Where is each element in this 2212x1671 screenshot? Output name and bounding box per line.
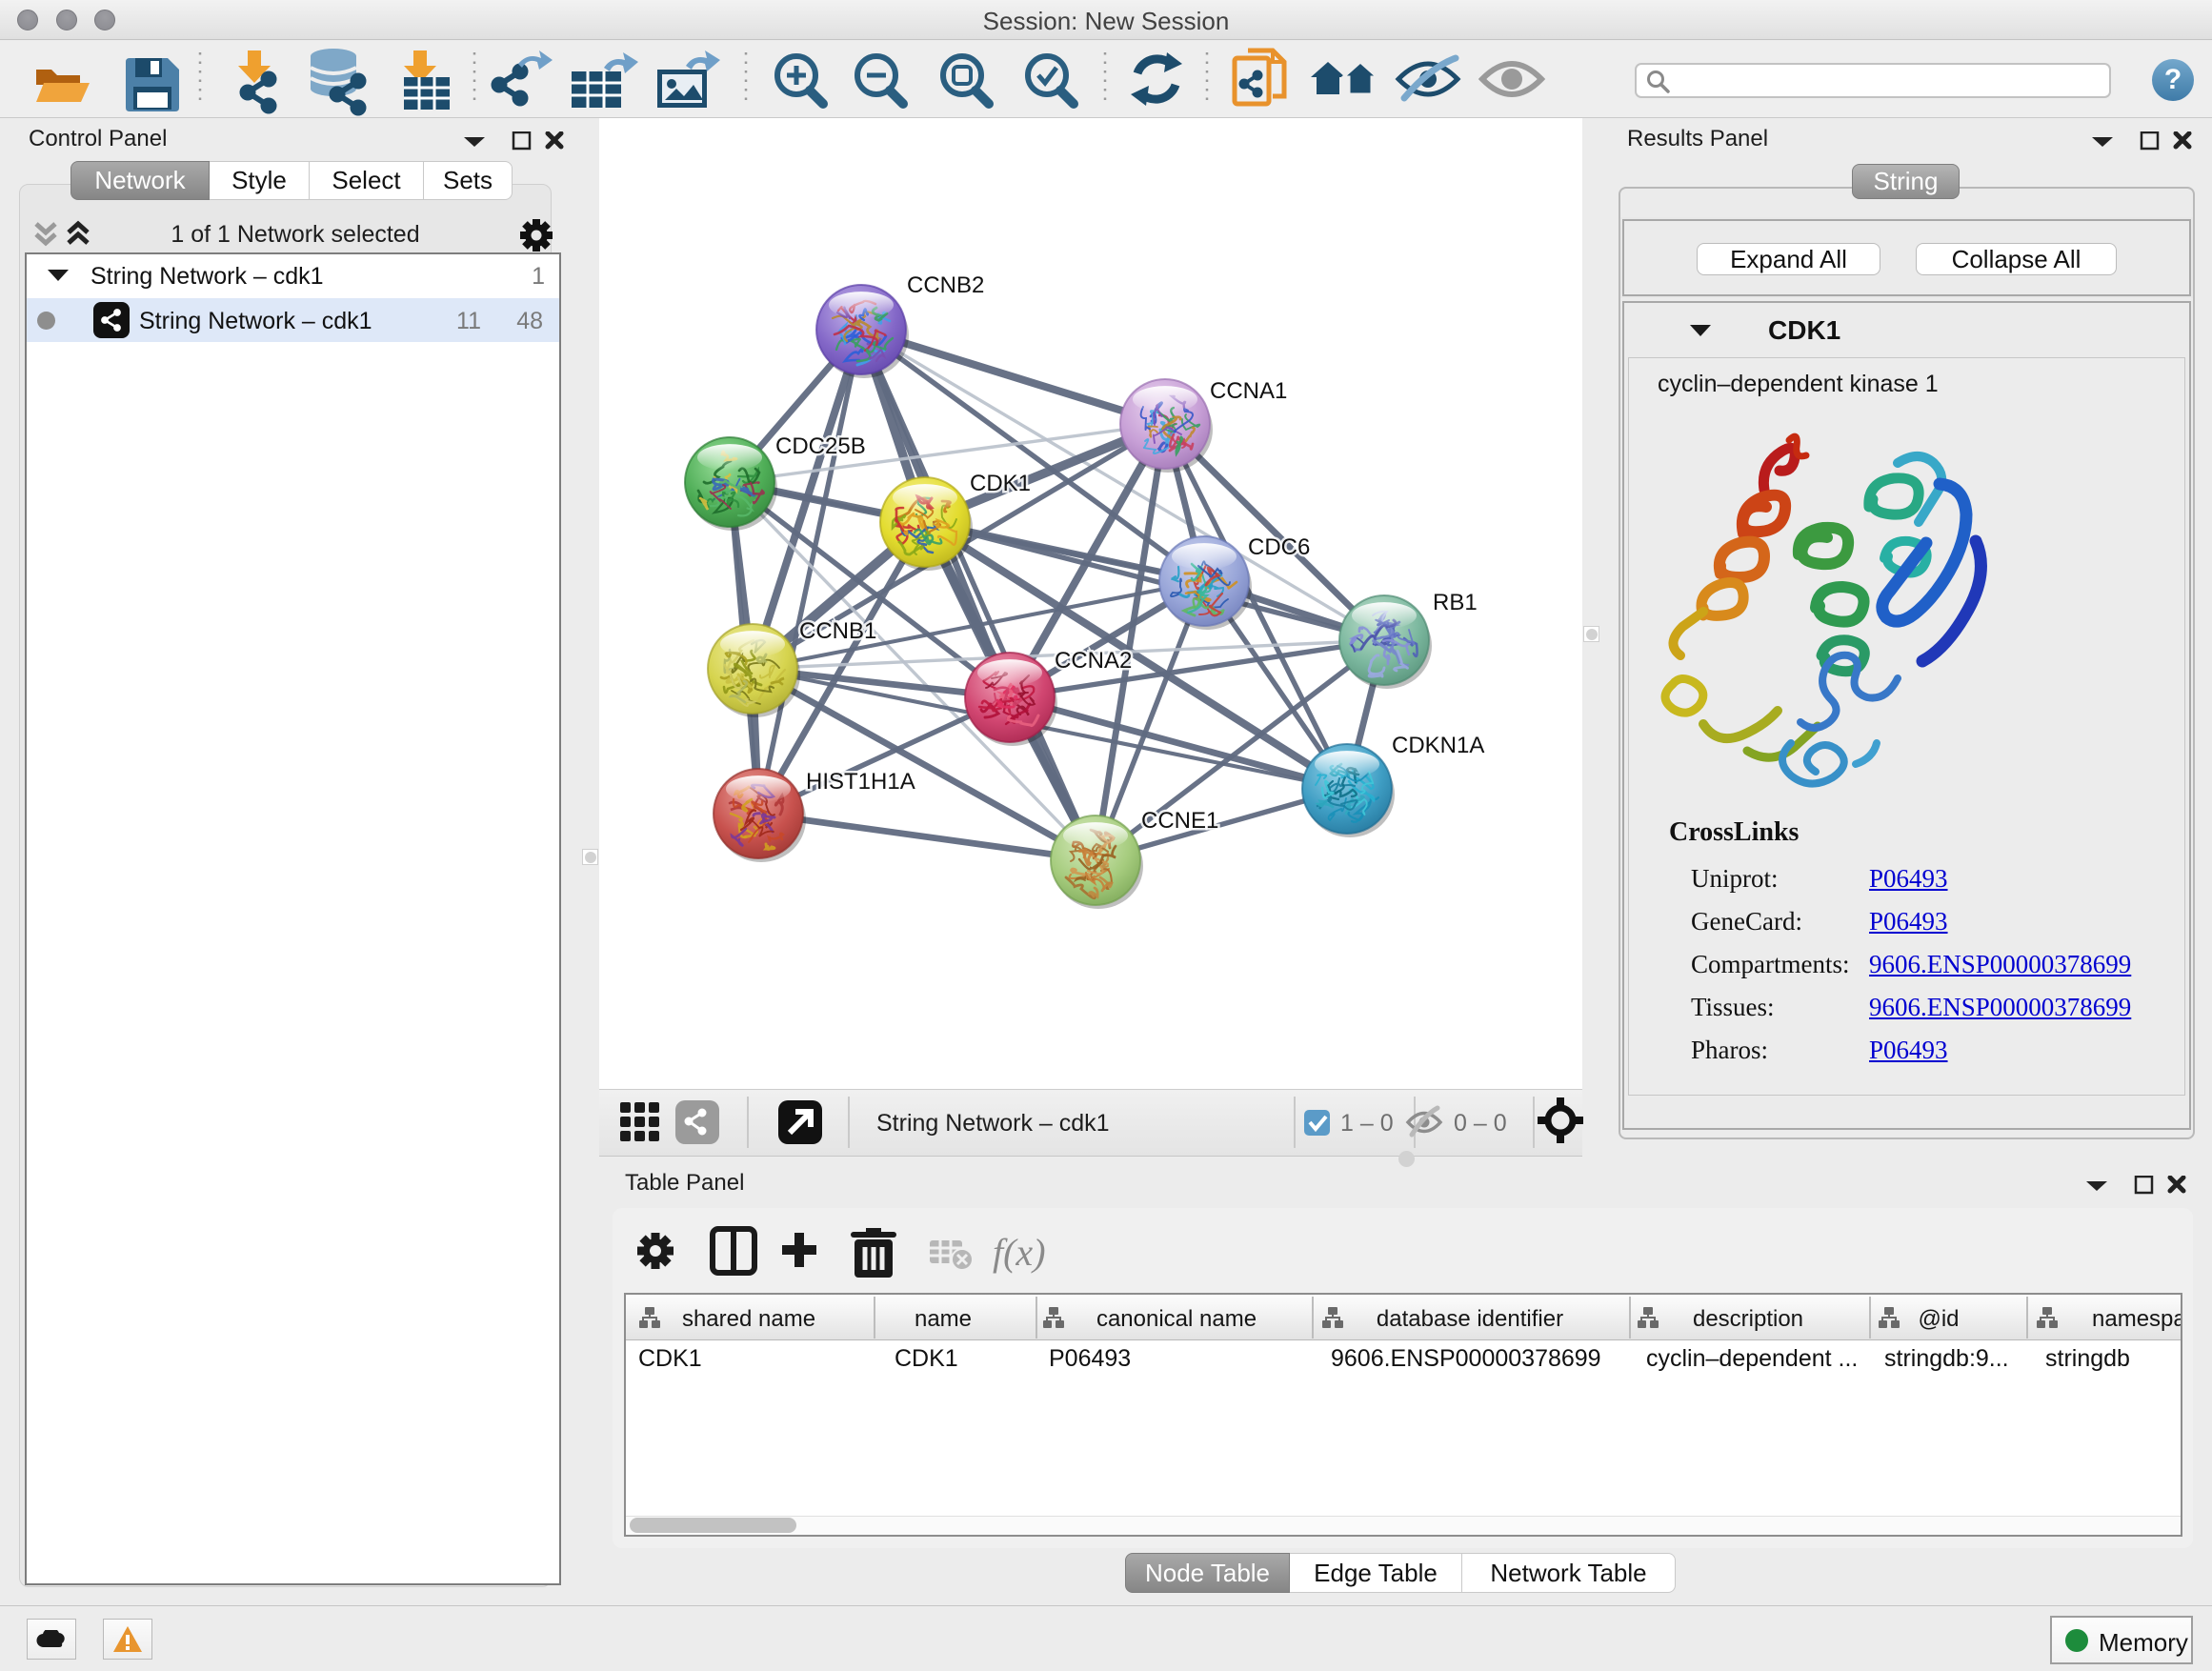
svg-text:CCNE1: CCNE1 <box>1141 808 1218 834</box>
svg-text:canonical name: canonical name <box>1096 1306 1257 1332</box>
svg-text:CDK1: CDK1 <box>970 471 1031 496</box>
svg-text:@id: @id <box>1918 1306 1959 1332</box>
svg-text:CCNB1: CCNB1 <box>799 618 876 644</box>
svg-text:CDC6: CDC6 <box>1248 534 1310 560</box>
svg-text:String Network – cdk1: String Network – cdk1 <box>876 1110 1110 1137</box>
svg-text:namespac: namespac <box>2092 1306 2181 1332</box>
svg-text:CDKN1A: CDKN1A <box>1392 733 1484 758</box>
svg-text:1 – 0: 1 – 0 <box>1340 1110 1394 1137</box>
svg-text:RB1: RB1 <box>1433 590 1478 615</box>
svg-text:CDC25B: CDC25B <box>775 433 866 459</box>
svg-text:f(x): f(x) <box>993 1231 1046 1274</box>
svg-text:CCNA1: CCNA1 <box>1210 378 1287 404</box>
svg-text:description: description <box>1693 1306 1803 1332</box>
svg-text:CCNB2: CCNB2 <box>907 272 984 298</box>
svg-text:0 – 0: 0 – 0 <box>1454 1110 1507 1137</box>
svg-text:database identifier: database identifier <box>1377 1306 1563 1332</box>
svg-text:name: name <box>915 1306 972 1332</box>
svg-text:shared name: shared name <box>682 1306 815 1332</box>
svg-text:CCNA2: CCNA2 <box>1055 648 1132 674</box>
svg-text:HIST1H1A: HIST1H1A <box>806 769 915 795</box>
